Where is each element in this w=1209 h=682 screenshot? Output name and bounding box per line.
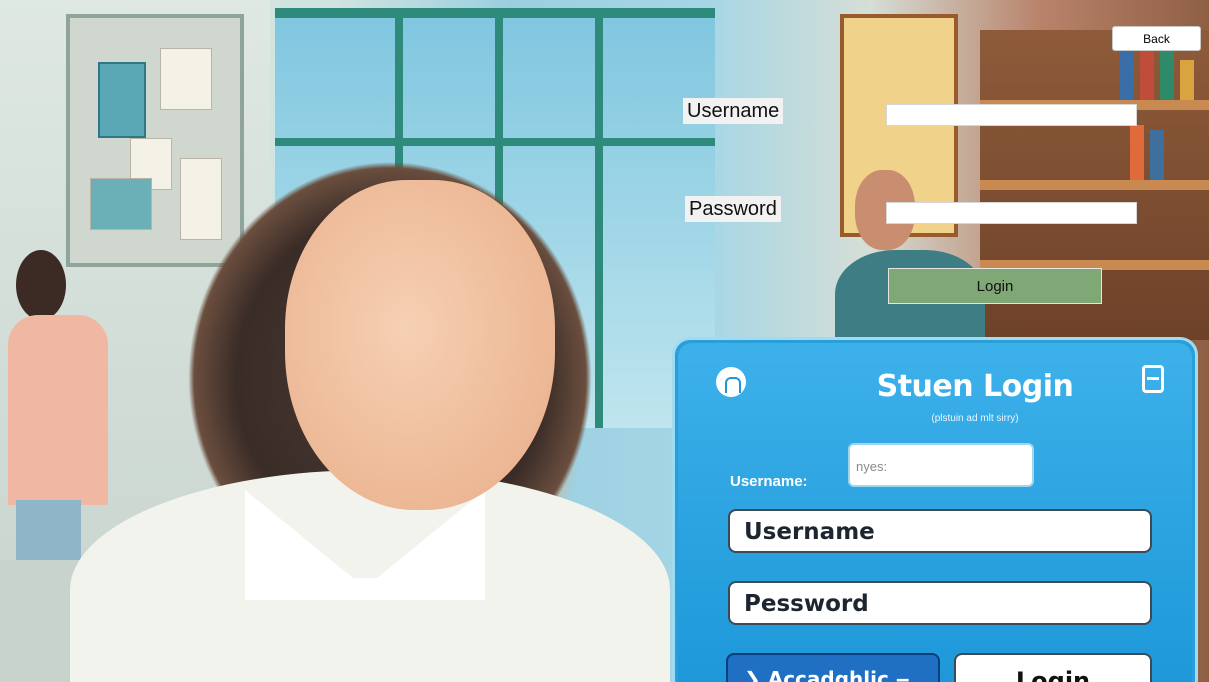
book <box>1160 45 1174 100</box>
girl-face <box>285 180 555 510</box>
username-input[interactable] <box>886 104 1137 126</box>
card-academic-button: ❯ Accadghlic ‒ <box>726 653 940 682</box>
book <box>1130 125 1144 180</box>
card-username-label: Username: <box>730 473 808 490</box>
card-title: Stuen Login <box>876 369 1074 404</box>
login-screen: Stuen Login (plstuin ad mlt sirry) Usern… <box>0 0 1209 682</box>
back-button[interactable]: Back <box>1112 26 1201 51</box>
username-label: Username <box>683 98 784 124</box>
bookshelf-plank <box>980 180 1209 190</box>
card-subtitle: (plstuin ad mlt sirry) <box>931 413 1019 424</box>
background-person <box>8 250 108 590</box>
password-input[interactable] <box>886 202 1137 224</box>
person-head <box>16 250 66 320</box>
book <box>1140 50 1154 100</box>
card-login-button: Login <box>954 653 1152 682</box>
card-small-input: nyes: <box>848 443 1034 487</box>
person-body <box>8 315 108 505</box>
password-label: Password <box>685 196 781 222</box>
card-password-field: Pessword <box>728 581 1152 625</box>
card-panel: Stuen Login (plstuin ad mlt sirry) Usern… <box>678 343 1192 682</box>
book <box>1150 130 1164 180</box>
login-button[interactable]: Login <box>888 268 1102 304</box>
illustrated-login-card: Stuen Login (plstuin ad mlt sirry) Usern… <box>672 337 1198 682</box>
background-man <box>835 170 995 360</box>
card-username-field: Username <box>728 509 1152 553</box>
book <box>1180 60 1194 100</box>
